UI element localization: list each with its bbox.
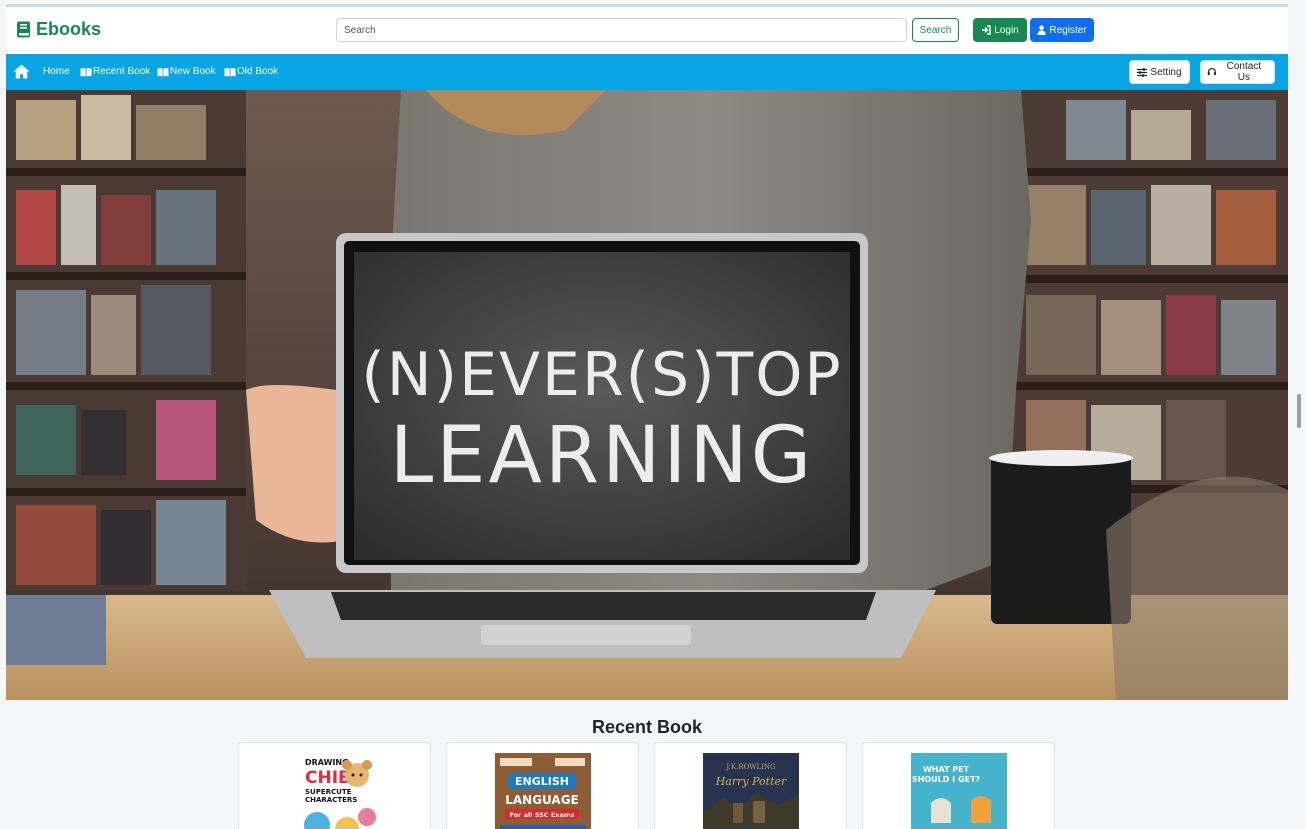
book-card[interactable]: DRAWING CHIBI SUPERCUTE CHARACTERS	[238, 742, 431, 829]
brand-name: Ebooks	[36, 19, 102, 39]
svg-text:SHOULD I GET?: SHOULD I GET?	[912, 775, 981, 784]
nav-home[interactable]: Home	[43, 66, 70, 77]
top-strip	[0, 0, 1306, 8]
nav-old-book[interactable]: Old Book	[224, 66, 278, 77]
nav-new-book-label: New Book	[170, 66, 216, 77]
book-card[interactable]: ENGLISH LANGUAGE For all SSC Exams	[446, 742, 639, 829]
svg-text:CHARACTERS: CHARACTERS	[305, 796, 357, 804]
nav-old-book-label: Old Book	[237, 66, 279, 77]
login-label: Login	[994, 24, 1019, 36]
setting-label: Setting	[1150, 66, 1182, 78]
register-label: Register	[1049, 24, 1087, 36]
top-accent-bar	[6, 4, 1288, 7]
main-navbar: Home Recent Book New Book Old Book Setti…	[6, 54, 1288, 90]
scrollbar-handle[interactable]	[1297, 394, 1301, 428]
search-button[interactable]: Search	[912, 18, 959, 42]
svg-text:WHAT PET: WHAT PET	[923, 765, 970, 774]
login-button[interactable]: Login	[973, 18, 1027, 42]
setting-button[interactable]: Setting	[1129, 60, 1190, 84]
book-card[interactable]: J.K.ROWLING Harry Potter	[654, 742, 847, 829]
hero-banner: (N)EVER(S)TOP LEARNING	[6, 90, 1288, 700]
headset-icon	[1207, 68, 1216, 76]
user-icon	[1037, 25, 1047, 35]
book-open-icon	[80, 67, 92, 76]
contact-us-label: Contact Us	[1226, 61, 1262, 83]
book-open-icon	[157, 67, 169, 76]
book-card[interactable]: WHAT PET SHOULD I GET?	[862, 742, 1055, 829]
nav-new-book[interactable]: New Book	[157, 66, 216, 77]
svg-text:SUPERCUTE: SUPERCUTE	[305, 788, 352, 796]
hero-text-line2: LEARNING	[390, 411, 814, 501]
book-icon	[17, 21, 30, 38]
svg-text:Harry Potter: Harry Potter	[715, 775, 787, 788]
nav-recent-book-label: Recent Book	[93, 66, 151, 77]
book-cover: ENGLISH LANGUAGE For all SSC Exams	[495, 753, 591, 829]
svg-text:For all SSC Exams: For all SSC Exams	[510, 811, 575, 819]
search-input[interactable]	[336, 18, 907, 42]
brand-logo[interactable]: Ebooks	[16, 19, 101, 40]
home-icon[interactable]	[13, 64, 30, 79]
hero-text-line1: (N)EVER(S)TOP	[361, 340, 842, 410]
svg-text:J.K.ROWLING: J.K.ROWLING	[725, 763, 776, 771]
contact-us-button[interactable]: Contact Us	[1200, 60, 1275, 84]
svg-text:LANGUAGE: LANGUAGE	[505, 793, 579, 807]
sliders-icon	[1137, 67, 1148, 77]
hero-image: (N)EVER(S)TOP LEARNING	[6, 90, 1288, 700]
sign-in-icon	[982, 25, 991, 35]
recent-book-title: Recent Book	[591, 717, 703, 737]
register-button[interactable]: Register	[1030, 18, 1094, 42]
book-cover: J.K.ROWLING Harry Potter	[703, 753, 799, 829]
book-cover: WHAT PET SHOULD I GET?	[911, 753, 1007, 829]
svg-text:ENGLISH: ENGLISH	[515, 775, 569, 788]
nav-recent-book[interactable]: Recent Book	[80, 66, 150, 77]
header: Ebooks Search Login Register	[6, 8, 1288, 54]
nav-home-label: Home	[43, 66, 70, 77]
book-open-icon	[224, 67, 236, 76]
book-cover: DRAWING CHIBI SUPERCUTE CHARACTERS	[287, 753, 383, 829]
